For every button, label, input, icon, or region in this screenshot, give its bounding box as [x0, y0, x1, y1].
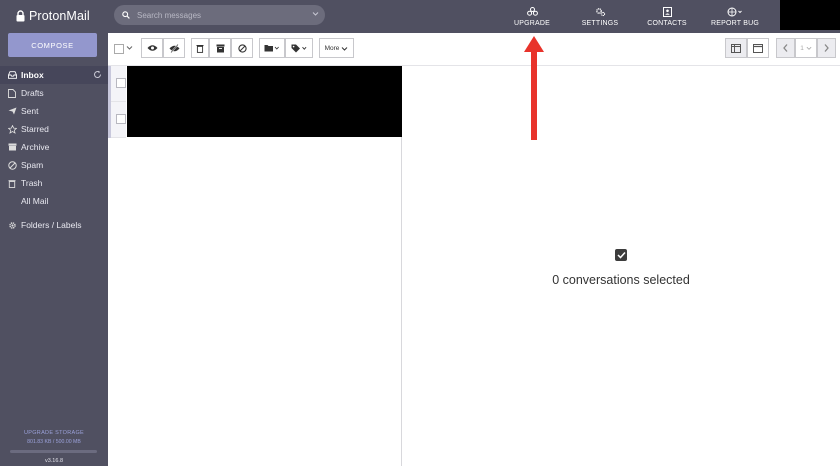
sidebar-item-all-mail[interactable]: All Mail	[0, 192, 108, 210]
mark-unread-button[interactable]	[163, 38, 185, 58]
nav-label: UPGRADE	[513, 20, 551, 27]
chevron-down-icon	[806, 46, 812, 50]
nav-settings[interactable]: SETTINGS	[578, 0, 622, 33]
trash-button[interactable]	[191, 38, 209, 58]
sidebar-item-label: Spam	[21, 160, 44, 170]
row-layout-button[interactable]	[747, 38, 769, 58]
nav-report-bug[interactable]: REPORT BUG	[708, 0, 762, 33]
sent-icon	[7, 106, 17, 116]
archive-icon	[216, 44, 224, 52]
selection-count: 0 conversations selected	[552, 273, 690, 287]
compose-button[interactable]: COMPOSE	[8, 33, 97, 57]
top-bar: Search messages UPGRADE SETTINGS CONTACT…	[108, 0, 840, 33]
sidebar-item-label: Inbox	[21, 70, 44, 80]
upgrade-icon	[526, 6, 538, 17]
message-checkbox[interactable]	[116, 78, 126, 88]
sidebar-item-label: Trash	[21, 178, 43, 188]
nav-upgrade[interactable]: UPGRADE	[510, 0, 554, 33]
chevron-right-icon	[824, 44, 829, 52]
select-all-checkbox[interactable]	[114, 44, 124, 54]
sidebar-item-label: Folders / Labels	[21, 220, 82, 230]
page-number: 1	[800, 44, 804, 52]
tag-icon	[291, 44, 306, 52]
selection-indicator	[108, 66, 111, 102]
gear-icon	[7, 220, 17, 230]
page-select[interactable]: 1	[795, 38, 817, 58]
chevron-down-icon[interactable]	[312, 10, 319, 17]
version-label: v3.16.8	[44, 458, 64, 464]
chevron-down-icon	[342, 46, 348, 51]
next-page-button[interactable]	[817, 38, 836, 58]
sidebar-item-label: Archive	[21, 142, 50, 152]
archive-icon	[7, 142, 17, 152]
chevron-left-icon	[783, 44, 788, 52]
label-button[interactable]	[285, 38, 313, 58]
globe-icon	[727, 6, 743, 17]
sidebar-item-label: All Mail	[21, 196, 49, 206]
trash-icon	[196, 44, 204, 53]
search-input[interactable]: Search messages	[114, 5, 325, 25]
sidebar-item-trash[interactable]: Trash	[0, 174, 108, 192]
eye-slash-icon	[169, 43, 179, 53]
search-placeholder: Search messages	[137, 10, 202, 20]
storage-usage: 801.83 KB / 500.00 MB	[27, 439, 81, 445]
nav-contacts[interactable]: CONTACTS	[643, 0, 691, 33]
redacted-area	[127, 66, 402, 137]
contacts-icon	[662, 6, 672, 17]
more-button[interactable]: More	[319, 38, 354, 58]
inbox-icon	[7, 70, 17, 80]
trash-icon	[7, 178, 17, 188]
sidebar-item-drafts[interactable]: Drafts	[0, 84, 108, 102]
chevron-down-icon[interactable]	[126, 44, 133, 51]
nav-label: REPORT BUG	[710, 20, 760, 27]
protonmail-logo[interactable]: ProtonMail	[16, 8, 90, 24]
column-layout-button[interactable]	[725, 38, 747, 58]
sidebar: ProtonMail COMPOSE Inbox Drafts Sent Sta…	[0, 0, 108, 466]
sidebar-item-folders-labels[interactable]: Folders / Labels	[0, 216, 108, 234]
spam-button[interactable]	[231, 38, 253, 58]
mark-read-button[interactable]	[141, 38, 163, 58]
upgrade-storage-link[interactable]: UPGRADE STORAGE	[0, 430, 108, 436]
settings-icon	[595, 6, 606, 17]
sidebar-item-inbox[interactable]: Inbox	[0, 66, 108, 84]
message-checkbox[interactable]	[116, 114, 126, 124]
sidebar-item-label: Sent	[21, 106, 39, 116]
selection-indicator	[108, 102, 111, 138]
search-icon	[122, 11, 130, 19]
previous-page-button[interactable]	[776, 38, 795, 58]
spam-icon	[7, 160, 17, 170]
sidebar-item-sent[interactable]: Sent	[0, 102, 108, 120]
row-layout-icon	[753, 43, 763, 53]
sidebar-item-archive[interactable]: Archive	[0, 138, 108, 156]
column-layout-icon	[731, 43, 741, 53]
sidebar-item-starred[interactable]: Starred	[0, 120, 108, 138]
eye-icon	[147, 45, 157, 51]
redacted-area	[780, 0, 840, 30]
storage-bar	[10, 450, 97, 453]
sidebar-item-label: Drafts	[21, 88, 44, 98]
reading-pane: 0 conversations selected	[402, 66, 840, 466]
star-icon	[7, 124, 17, 134]
sidebar-item-label: Starred	[21, 124, 49, 134]
move-to-folder-button[interactable]	[259, 38, 285, 58]
message-toolbar: More 1	[108, 33, 840, 66]
refresh-icon[interactable]	[93, 70, 102, 81]
drafts-icon	[7, 88, 17, 98]
red-arrow-annotation	[524, 36, 544, 140]
archive-button[interactable]	[209, 38, 231, 58]
more-label: More	[324, 44, 340, 52]
nav-label: SETTINGS	[581, 20, 619, 27]
lock-icon	[16, 10, 25, 22]
sidebar-item-spam[interactable]: Spam	[0, 156, 108, 174]
spam-icon	[237, 43, 247, 53]
checkbox-checked-icon	[615, 249, 627, 261]
folder-icon	[264, 45, 279, 52]
app-name: ProtonMail	[29, 9, 90, 23]
nav-label: CONTACTS	[647, 20, 687, 27]
